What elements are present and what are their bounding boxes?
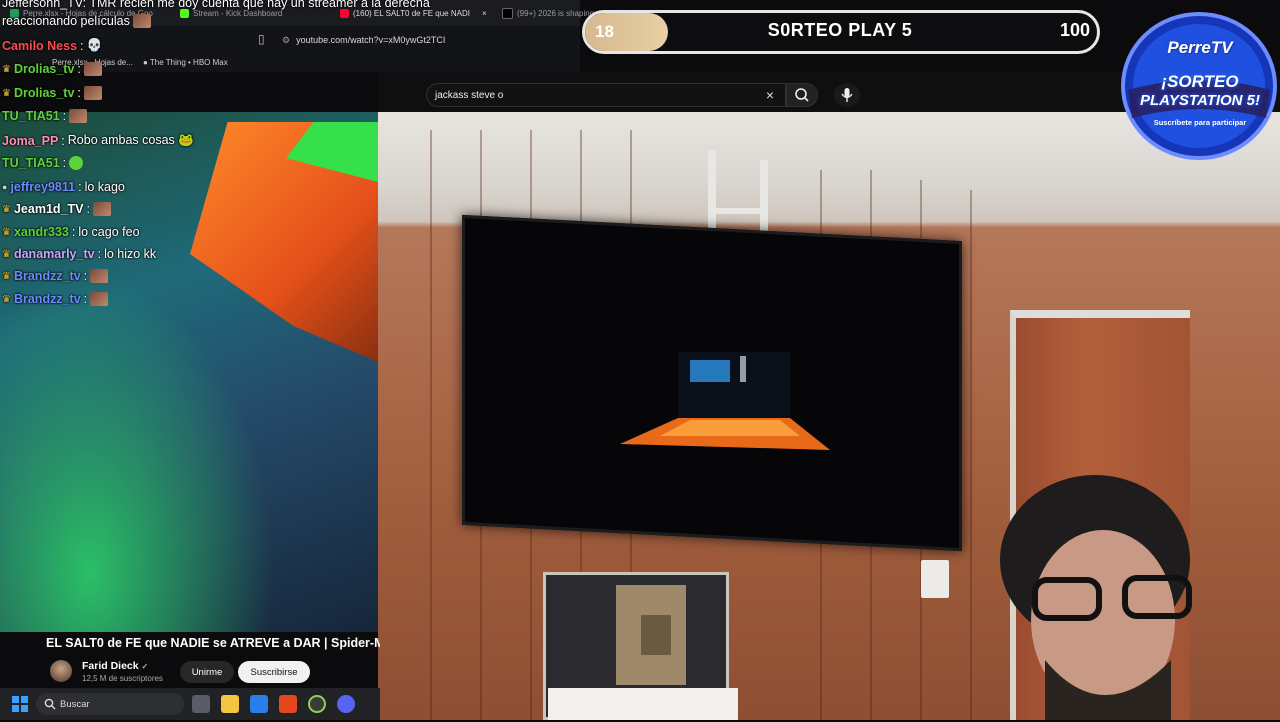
emote bbox=[69, 109, 88, 123]
search-icon bbox=[795, 88, 809, 102]
crown-icon: ♛ bbox=[2, 293, 11, 305]
crown-icon: ♛ bbox=[2, 203, 11, 215]
emote bbox=[83, 86, 102, 100]
crown-icon: ♛ bbox=[2, 226, 11, 238]
chat-message: TU_TIA51: bbox=[2, 109, 88, 123]
chat-message-top-cont: reaccionando películas bbox=[2, 14, 151, 28]
subscribe-button[interactable]: Suscribirse bbox=[238, 661, 310, 683]
chat-message: ♛ danamarly_tv: lo hizo kk bbox=[2, 247, 157, 261]
chat-message: ♛ Drolias_tv: bbox=[2, 86, 102, 100]
badge-subtitle: Suscríbete para participar bbox=[1153, 118, 1247, 127]
clear-search-icon[interactable]: × bbox=[762, 86, 778, 104]
verified-icon: ✓ bbox=[141, 662, 149, 671]
chrome-icon[interactable] bbox=[308, 695, 326, 713]
channel-name[interactable]: Farid Dieck ✓ bbox=[82, 660, 148, 672]
crown-icon: ♛ bbox=[2, 87, 11, 99]
search-icon bbox=[44, 698, 56, 710]
giveaway-goal: 100 bbox=[1059, 20, 1090, 40]
wall-slat bbox=[430, 130, 432, 720]
emote bbox=[83, 62, 102, 76]
channel-avatar[interactable] bbox=[50, 660, 72, 682]
search-input[interactable]: jackass steve o bbox=[426, 83, 786, 107]
edge-icon[interactable] bbox=[250, 695, 268, 713]
video-title[interactable]: EL SALT0 de FE que NADIE se ATREVE a DAR… bbox=[46, 636, 380, 654]
chat-message-top: Jeffersonn_TV: TMR recién me doy cuenta … bbox=[2, 0, 430, 10]
chat-message: ♛ Brandzz_tv: bbox=[2, 269, 109, 283]
emote bbox=[132, 14, 151, 28]
crown-icon: ♛ bbox=[2, 63, 11, 75]
taskbar-search[interactable]: Buscar bbox=[36, 693, 184, 715]
emote bbox=[90, 269, 109, 283]
chat-message: Camilo Ness: 💀 bbox=[2, 38, 103, 53]
chat-message: TU_TIA51: bbox=[2, 156, 84, 170]
badge-title-line2: PLAYSTATION 5! bbox=[1140, 92, 1260, 109]
badge-title-line1: ¡SORTEO bbox=[1161, 72, 1239, 91]
desk-monitor bbox=[548, 688, 738, 720]
chat-message: ♛ xandr333: lo cago feo bbox=[2, 225, 140, 239]
subscriber-count: 12,5 M de suscriptores bbox=[82, 674, 163, 683]
light-switch bbox=[921, 560, 949, 598]
crown-icon: ♛ bbox=[2, 270, 11, 282]
file-explorer-icon[interactable] bbox=[221, 695, 239, 713]
chat-message: Joma_PP: Robo ambas cosas 🐸 bbox=[2, 133, 194, 148]
brave-icon[interactable] bbox=[279, 695, 297, 713]
giveaway-title: S0RTEO PLAY 5 bbox=[767, 20, 913, 40]
badge-icon: ● bbox=[2, 182, 8, 192]
tv-screen-scene bbox=[620, 352, 830, 450]
x-icon bbox=[502, 7, 513, 19]
search-button[interactable] bbox=[786, 83, 818, 107]
emote bbox=[90, 292, 109, 306]
site-info-icon[interactable]: ⚙ bbox=[282, 35, 290, 46]
chat-message: ● jeffrey9811: lo kago bbox=[2, 180, 125, 194]
emote bbox=[92, 202, 111, 216]
join-button[interactable]: Unirme bbox=[180, 661, 234, 683]
microphone-icon bbox=[841, 88, 853, 102]
streamer-person bbox=[1000, 475, 1192, 720]
chat-message: ♛ Brandzz_tv: bbox=[2, 292, 109, 306]
chat-message: ♛ Drolias_tv: bbox=[2, 62, 102, 76]
discord-icon[interactable] bbox=[337, 695, 355, 713]
url-text: youtube.com/watch?v=xM0ywGt2TCI bbox=[296, 35, 446, 45]
tab-x[interactable]: (99+) 2026 is shaping bbox=[502, 5, 594, 21]
bookmark-icon[interactable]: ▯ bbox=[258, 32, 265, 46]
crown-icon: ♛ bbox=[2, 248, 11, 260]
chat-message: ♛ Jeam1d_TV: bbox=[2, 202, 111, 216]
voice-search-button[interactable] bbox=[834, 83, 860, 107]
giveaway-current-count: 18 bbox=[595, 22, 614, 41]
emote bbox=[69, 156, 84, 170]
wall-slat bbox=[970, 190, 972, 720]
task-view-icon[interactable] bbox=[192, 695, 210, 713]
windows-start-icon[interactable] bbox=[12, 696, 28, 712]
badge-brand: PerreTV bbox=[1167, 38, 1233, 57]
bookmark-hbo[interactable]: ● The Thing • HBO Max bbox=[143, 58, 228, 67]
address-bar[interactable]: ⚙ youtube.com/watch?v=xM0ywGt2TCI bbox=[282, 32, 582, 48]
close-tab-icon[interactable]: × bbox=[482, 9, 487, 18]
